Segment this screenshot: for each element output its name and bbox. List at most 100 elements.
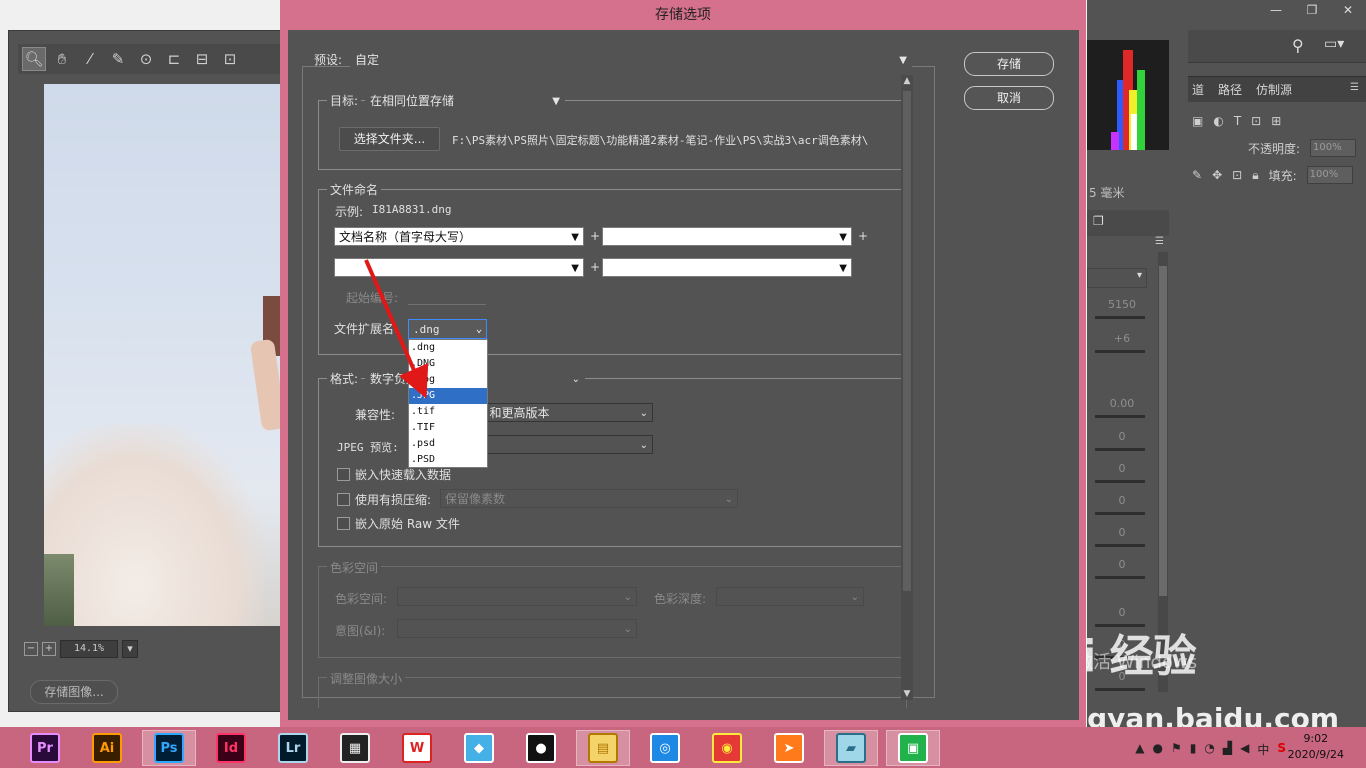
signal-icon[interactable]: ▟ — [1223, 741, 1232, 758]
name-field-3[interactable]: ▼ — [334, 258, 584, 277]
start-number-field[interactable] — [408, 304, 486, 305]
opacity-row: 不透明度: 100% — [1188, 137, 1366, 159]
taskbar-notes[interactable]: ▰ — [824, 730, 878, 766]
extension-option[interactable]: .JPG — [409, 388, 487, 404]
intent-select[interactable]: ⌄ — [397, 619, 637, 638]
slider-track[interactable] — [1095, 350, 1145, 353]
restore-icon[interactable]: ❐ — [1294, 0, 1330, 20]
smart-filter-icon[interactable]: ⊞ — [1271, 114, 1281, 128]
ime-indicator[interactable]: 中 — [1257, 741, 1269, 758]
target-adjust-tool-icon[interactable]: ⊙ — [134, 47, 158, 71]
taskbar-illustrator[interactable]: Ai — [80, 730, 134, 766]
panel-icon[interactable]: ❐ — [1093, 214, 1104, 228]
slider-track[interactable] — [1095, 544, 1145, 547]
slider-track[interactable] — [1095, 688, 1145, 691]
text-filter-icon[interactable]: T — [1234, 114, 1241, 128]
taskbar-video-editor[interactable]: ▦ — [328, 730, 382, 766]
shape-filter-icon[interactable]: ⊡ — [1251, 114, 1261, 128]
taskbar-bird-app[interactable]: ◆ — [452, 730, 506, 766]
panel-menu-icon[interactable]: ☰ — [1155, 236, 1164, 247]
color-space-select[interactable]: ⌄ — [397, 587, 637, 606]
battery-icon[interactable]: ▮ — [1190, 741, 1197, 758]
extension-option[interactable]: .tif — [409, 404, 487, 420]
wb-preset-select[interactable]: ▾ — [1087, 268, 1147, 288]
color-sampler-tool-icon[interactable]: ✎ — [106, 47, 130, 71]
compat-select[interactable]: 1 和更高版本 ⌄ — [473, 403, 653, 422]
save-button[interactable]: 存储 — [964, 52, 1054, 76]
search-icon[interactable]: ⚲ — [1292, 36, 1304, 55]
taskbar-wps[interactable]: W — [390, 730, 444, 766]
slider-track[interactable] — [1095, 512, 1145, 515]
sogou-icon[interactable]: S — [1277, 741, 1286, 758]
taskbar-thunder[interactable]: ➤ — [762, 730, 816, 766]
lossy-select[interactable]: 保留像素数 ⌄ — [440, 489, 738, 508]
wifi-icon[interactable]: ◔ — [1204, 741, 1214, 758]
preset-select[interactable]: 自定 ▼ — [350, 50, 912, 69]
hand-tool-icon[interactable]: ✋︎ — [50, 47, 74, 71]
adjust-filter-icon[interactable]: ◐ — [1213, 114, 1223, 128]
qq-tray-icon[interactable]: ● — [1153, 741, 1163, 758]
zoom-dropdown-icon[interactable]: ▾ — [122, 640, 138, 658]
extension-option[interactable]: .PSD — [409, 452, 487, 468]
color-depth-select[interactable]: ⌄ — [716, 587, 864, 606]
lock-position-icon[interactable]: ✥ — [1212, 168, 1222, 182]
lossy-checkbox[interactable] — [337, 493, 350, 506]
select-folder-button[interactable]: 选择文件夹... — [339, 127, 440, 151]
dialog-scrollbar[interactable]: ▲ ▼ — [901, 75, 913, 700]
extension-option[interactable]: .DNG — [409, 356, 487, 372]
extension-option[interactable]: .TIF — [409, 420, 487, 436]
save-image-button[interactable]: 存储图像... — [30, 680, 118, 704]
extension-option[interactable]: .jpg — [409, 372, 487, 388]
fill-field[interactable]: 100% — [1306, 166, 1353, 184]
zoom-out-button[interactable]: − — [24, 642, 38, 656]
tab-channels[interactable]: 道 — [1192, 81, 1204, 98]
flag-icon[interactable]: ⚑ — [1171, 741, 1182, 758]
transform-tool-icon[interactable]: ⊡ — [218, 47, 242, 71]
taskbar-photoshop[interactable]: Ps — [142, 730, 196, 766]
crop-tool-icon[interactable]: ⊏ — [162, 47, 186, 71]
extension-option[interactable]: .psd — [409, 436, 487, 452]
taskbar-lightroom[interactable]: Lr — [266, 730, 320, 766]
taskbar-green-app[interactable]: ▣ — [886, 730, 940, 766]
taskbar-browser-q[interactable]: ◎ — [638, 730, 692, 766]
panel-menu-icon[interactable]: ☰ — [1350, 82, 1359, 93]
destination-select[interactable]: 在相同位置存储 ▼ — [365, 91, 565, 110]
name-field-4[interactable]: ▼ — [602, 258, 852, 277]
taskbar-qq[interactable]: ● — [514, 730, 568, 766]
slider-track[interactable] — [1095, 480, 1145, 483]
taskbar-premiere[interactable]: Pr — [18, 730, 72, 766]
clock[interactable]: 9:02 2020/9/24 — [1288, 731, 1344, 763]
zoom-in-button[interactable]: + — [42, 642, 56, 656]
lock-artboard-icon[interactable]: ⊡ — [1232, 168, 1242, 182]
cancel-button[interactable]: 取消 — [964, 86, 1054, 110]
white-balance-tool-icon[interactable]: ⁄ — [78, 47, 102, 71]
workspace-icon[interactable]: ▭▾ — [1324, 36, 1344, 52]
embed-raw-checkbox[interactable] — [337, 517, 350, 530]
opacity-field[interactable]: 100% — [1310, 139, 1357, 157]
volume-icon[interactable]: ◀ — [1240, 741, 1249, 758]
slider-track[interactable] — [1095, 448, 1145, 451]
taskbar-chrome[interactable]: ◉ — [700, 730, 754, 766]
image-filter-icon[interactable]: ▣ — [1192, 114, 1203, 128]
name-field-1[interactable]: 文档名称（首字母大写） ▼ — [334, 227, 584, 246]
zoom-tool-icon[interactable]: 🔍︎ — [22, 47, 46, 71]
slider-track[interactable] — [1095, 316, 1145, 319]
tab-clone-source[interactable]: 仿制源 — [1256, 81, 1292, 98]
slider-track[interactable] — [1095, 576, 1145, 579]
straighten-tool-icon[interactable]: ⊟ — [190, 47, 214, 71]
tab-paths[interactable]: 路径 — [1218, 81, 1242, 98]
tray-expand-icon[interactable]: ▲ — [1135, 741, 1144, 758]
extension-option[interactable]: .dng — [409, 340, 487, 356]
jpeg-preview-select[interactable]: ⌄ — [473, 435, 653, 454]
embed-fast-load-checkbox[interactable] — [337, 468, 350, 481]
lock-pixels-icon[interactable]: ✎ — [1192, 168, 1202, 182]
zoom-level[interactable]: 14.1% — [60, 640, 118, 658]
extension-select[interactable]: .dng ⌄ — [408, 319, 487, 339]
taskbar-indesign[interactable]: Id — [204, 730, 258, 766]
slider-track[interactable] — [1095, 415, 1145, 418]
close-icon[interactable]: ✕ — [1330, 0, 1366, 20]
lock-all-icon[interactable]: 🔒︎ — [1252, 168, 1258, 183]
taskbar-file-explorer[interactable]: ▤ — [576, 730, 630, 766]
name-field-2[interactable]: ▼ — [602, 227, 852, 246]
minimize-icon[interactable]: — — [1258, 0, 1294, 20]
